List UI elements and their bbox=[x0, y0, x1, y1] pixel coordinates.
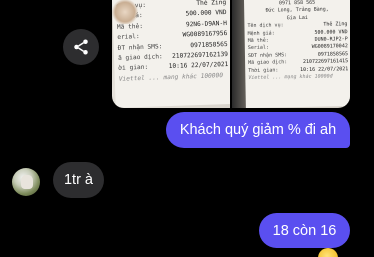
share-icon bbox=[74, 39, 88, 55]
thumb-in-photo bbox=[112, 0, 138, 24]
emoji-reaction-icon bbox=[318, 248, 338, 257]
message-bubble-outgoing[interactable]: 18 còn 16 bbox=[259, 213, 350, 248]
share-button[interactable] bbox=[63, 29, 99, 65]
message-text: 18 còn 16 bbox=[272, 222, 337, 239]
receipt-right: 0971 858 565 Đức Long, Trảng Bàng, Gia L… bbox=[244, 0, 350, 108]
receipt-photo-right[interactable]: 0971 858 565 Đức Long, Trảng Bàng, Gia L… bbox=[232, 0, 350, 108]
receipt-photo-left[interactable]: dịch vụ:Thẻ Zing nh giá:500.000 VND Mã t… bbox=[112, 0, 230, 108]
message-text: 1tr à bbox=[63, 172, 93, 188]
avatar-figure bbox=[21, 175, 33, 189]
message-bubble-incoming[interactable]: 1tr à bbox=[53, 162, 104, 198]
message-bubble-outgoing[interactable]: Khách quý giảm % đi ah bbox=[166, 112, 350, 148]
photo-attachments[interactable]: dịch vụ:Thẻ Zing nh giá:500.000 VND Mã t… bbox=[112, 0, 350, 108]
message-text: Khách quý giảm % đi ah bbox=[179, 122, 337, 138]
avatar[interactable] bbox=[12, 168, 40, 196]
